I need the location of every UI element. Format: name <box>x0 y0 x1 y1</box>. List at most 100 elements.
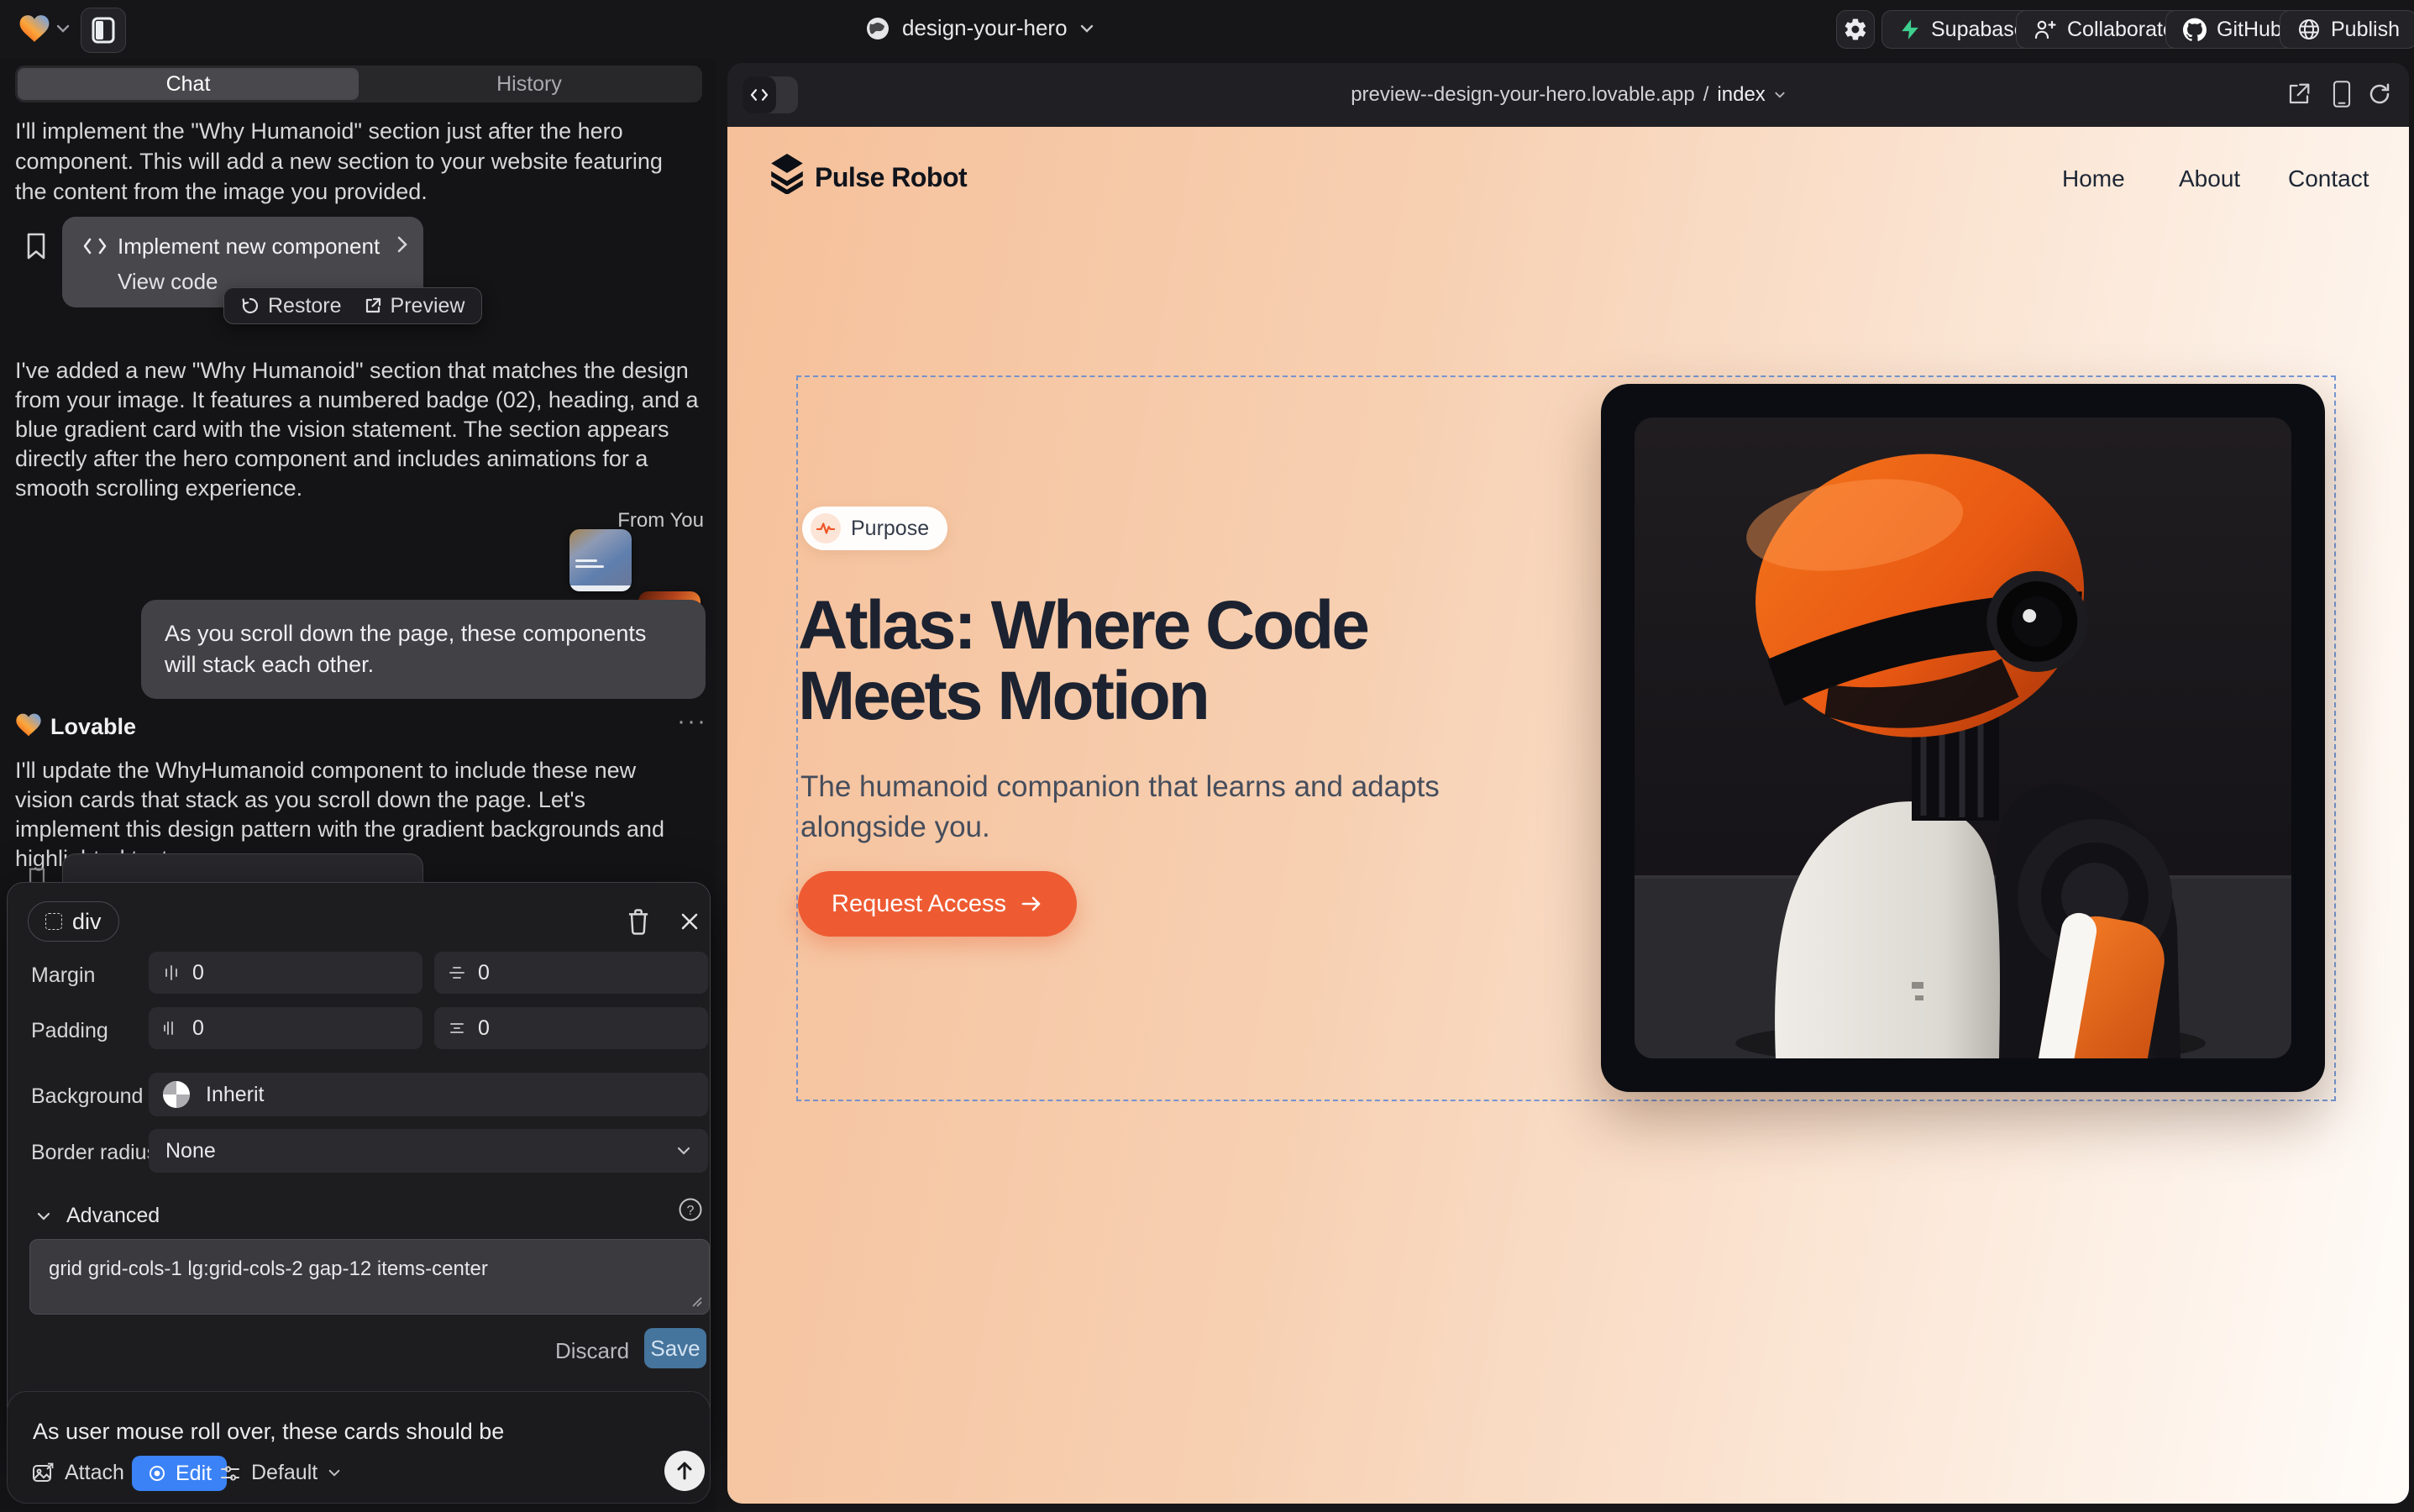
app-window: design-your-hero Supabase Collaborate <box>0 0 2414 1512</box>
save-button[interactable]: Save <box>644 1328 706 1368</box>
chat-composer[interactable]: As user mouse roll over, these cards sho… <box>7 1391 711 1504</box>
delete-element-button[interactable] <box>626 908 651 935</box>
selected-element-chip[interactable]: div <box>28 901 119 942</box>
bookmark-icon[interactable] <box>25 232 47 260</box>
preview-url-bar[interactable]: preview--design-your-hero.lovable.app / … <box>727 63 2409 127</box>
close-icon[interactable] <box>678 910 701 933</box>
background-label: Background <box>31 1084 143 1109</box>
globe-icon <box>2297 18 2321 41</box>
hero-subheading: The humanoid companion that learns and a… <box>800 767 1472 848</box>
sliders-icon <box>219 1462 241 1484</box>
padding-x-input[interactable]: 0 <box>149 1007 422 1049</box>
send-button[interactable] <box>664 1451 705 1491</box>
view-code-link[interactable]: View code <box>118 269 218 295</box>
sidebar-panel-icon <box>92 17 115 44</box>
preview-site: Pulse Robot Home About Contact Purpose A… <box>727 127 2409 1504</box>
attach-image-icon <box>31 1462 55 1485</box>
chevron-down-icon <box>328 1468 341 1478</box>
tab-history[interactable]: History <box>359 68 700 100</box>
more-options-icon[interactable]: ··· <box>677 707 707 736</box>
preview-page: index <box>1717 83 1765 107</box>
logo-chevron-down-icon[interactable] <box>55 24 71 34</box>
chat-history-tabs: Chat History <box>15 66 702 102</box>
site-brand[interactable]: Pulse Robot <box>815 162 967 193</box>
preview-url: preview--design-your-hero.lovable.app <box>1351 83 1695 107</box>
classes-textarea[interactable]: grid grid-cols-1 lg:grid-cols-2 gap-12 i… <box>29 1239 710 1315</box>
svg-text:?: ? <box>687 1204 695 1218</box>
restore-button[interactable]: Restore <box>241 294 342 318</box>
top-bar: design-your-hero Supabase Collaborate <box>0 0 2414 59</box>
project-chevron-down-icon <box>1079 24 1094 34</box>
gear-icon <box>1843 17 1868 42</box>
dashed-selection-icon <box>45 913 62 930</box>
preview-panel: preview--design-your-hero.lovable.app / … <box>727 63 2409 1504</box>
preview-header: preview--design-your-hero.lovable.app / … <box>727 63 2409 127</box>
robot-image <box>1635 417 2291 1058</box>
publish-button[interactable]: Publish <box>2280 10 2414 49</box>
request-access-button[interactable]: Request Access <box>798 871 1077 937</box>
refresh-button[interactable] <box>2367 81 2392 107</box>
margin-y-icon <box>448 963 466 982</box>
project-globe-icon <box>865 16 890 41</box>
resize-handle[interactable] <box>690 1295 704 1309</box>
element-inspector-panel: div Margin 0 0 Padding <box>7 882 711 1438</box>
hero-heading: Atlas: Where Code Meets Motion <box>798 591 1495 732</box>
chevron-down-icon <box>1774 91 1786 99</box>
assistant-message: I've added a new "Why Humanoid" section … <box>15 356 702 503</box>
lovable-logo-icon[interactable] <box>18 13 50 44</box>
user-message-bubble: As you scroll down the page, these compo… <box>141 600 706 699</box>
component-card-title: Implement new component <box>118 234 380 260</box>
padding-y-input[interactable]: 0 <box>434 1007 708 1049</box>
nav-home[interactable]: Home <box>2062 165 2125 192</box>
project-switcher[interactable]: design-your-hero <box>865 15 1094 41</box>
padding-y-icon <box>448 1019 466 1037</box>
margin-x-input[interactable]: 0 <box>149 952 422 994</box>
attachment-thumbnail-blue[interactable] <box>569 529 632 591</box>
lovable-heart-icon <box>15 712 42 738</box>
chevron-down-icon <box>36 1211 51 1221</box>
settings-button[interactable] <box>1836 10 1875 49</box>
margin-x-icon <box>162 963 181 982</box>
chevron-down-icon <box>676 1146 691 1156</box>
composer-input[interactable]: As user mouse roll over, these cards sho… <box>33 1419 504 1445</box>
margin-label: Margin <box>31 963 95 988</box>
supabase-icon <box>1899 18 1921 40</box>
external-link-icon <box>364 297 382 315</box>
margin-y-input[interactable]: 0 <box>434 952 708 994</box>
nav-about[interactable]: About <box>2179 165 2240 192</box>
pulse-icon <box>811 513 841 543</box>
nav-contact[interactable]: Contact <box>2288 165 2369 192</box>
assistant-message: I'll implement the "Why Humanoid" sectio… <box>15 116 697 207</box>
advanced-toggle[interactable]: Advanced <box>36 1204 160 1228</box>
open-external-button[interactable] <box>2286 81 2312 107</box>
mobile-view-button[interactable] <box>2332 80 2352 108</box>
padding-label: Padding <box>31 1019 108 1043</box>
attach-button[interactable]: Attach <box>31 1461 124 1485</box>
border-radius-label: Border radius <box>31 1141 157 1165</box>
hero-robot-card <box>1601 384 2325 1092</box>
target-icon <box>147 1463 167 1483</box>
border-radius-select[interactable]: None <box>149 1129 708 1173</box>
thumbnail-strip <box>569 585 632 591</box>
padding-x-icon <box>162 1019 181 1037</box>
assistant-name: Lovable <box>50 714 136 740</box>
background-input[interactable]: Inherit <box>149 1073 708 1116</box>
chevron-right-icon <box>396 235 408 254</box>
discard-button[interactable]: Discard <box>555 1338 629 1364</box>
edit-mode-button[interactable]: Edit <box>132 1456 227 1491</box>
pulse-robot-logo-icon[interactable] <box>769 154 805 194</box>
project-name: design-your-hero <box>902 15 1068 41</box>
chat-panel: Chat History I'll implement the "Why Hum… <box>0 59 716 1512</box>
preview-button[interactable]: Preview <box>364 294 465 318</box>
arrow-right-icon <box>1020 894 1043 914</box>
help-icon[interactable]: ? <box>678 1197 703 1222</box>
sidebar-toggle-button[interactable] <box>81 8 126 53</box>
transparency-swatch-icon <box>162 1080 191 1109</box>
restore-icon <box>241 297 260 315</box>
add-user-icon <box>2034 18 2057 40</box>
tab-chat[interactable]: Chat <box>18 68 359 100</box>
mode-select[interactable]: Default <box>219 1461 341 1485</box>
bookmark-icon-partial <box>27 867 47 882</box>
restore-preview-toolbar: Restore Preview <box>223 287 482 324</box>
code-icon <box>82 237 108 255</box>
